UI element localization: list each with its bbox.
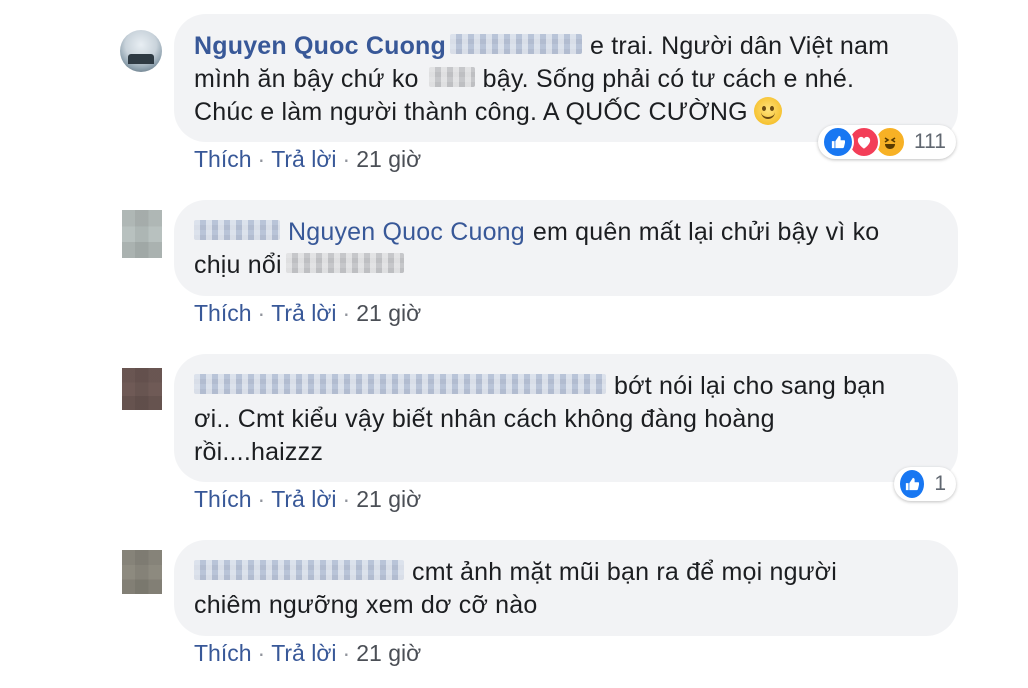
comment-actions: Thích · Trả lời · 21 giờ [194,300,421,327]
avatar[interactable] [122,368,162,410]
separator: · [257,640,266,666]
redacted-tag [285,253,404,274]
comment-text: em quên mất lại chửi bậy vì ko [532,218,880,246]
like-reaction-icon [822,126,854,158]
comment-bubble: bớt nói lại cho sang bạn ơi.. Cmt kiểu v… [174,354,958,482]
redacted-name [450,34,582,55]
separator: · [257,300,266,326]
like-link[interactable]: Thích [194,146,252,172]
comment-text: bậy. Sống phải có tư cách e nhé. [482,65,855,93]
comment-text: chiêm ngưỡng xem dơ cỡ nào [194,591,538,619]
separator: · [342,300,351,326]
separator: · [342,640,351,666]
tagged-user-link[interactable]: Nguyen Quoc Cuong [288,218,525,246]
reaction-count: 111 [914,130,946,153]
separator: · [257,146,266,172]
comment-bubble: Nguyen Quoc Cuong em quên mất lại chửi bậ… [174,200,958,296]
comment-actions: Thích · Trả lời · 21 giờ [194,146,421,173]
reply-link[interactable]: Trả lời [271,486,336,512]
comment-text: rồi....haizzz [194,438,324,466]
separator: · [342,146,351,172]
timestamp[interactable]: 21 giờ [356,300,421,326]
comment-actions: Thích · Trả lời · 21 giờ [194,486,421,513]
redacted-name [194,220,280,241]
reply-link[interactable]: Trả lời [271,146,336,172]
comment-text: Chúc e làm người thành công. A QUỐC CƯỜN… [194,98,748,126]
comment-text: mình ăn bậy chứ ko [194,65,419,93]
reaction-summary[interactable]: 1 [894,467,956,501]
reply-link[interactable]: Trả lời [271,640,336,666]
redacted-name [194,374,606,395]
reaction-summary[interactable]: 111 [818,125,956,159]
redacted-name [194,560,404,581]
timestamp[interactable]: 21 giờ [356,486,421,512]
comment-text: chịu nổi [194,251,282,279]
comment-bubble: cmt ảnh mặt mũi bạn ra để mọi người chiê… [174,540,958,636]
comment-text: bớt nói lại cho sang bạn [614,372,886,400]
comment-author-link[interactable]: Nguyen Quoc Cuong [194,32,446,60]
comment-text: cmt ảnh mặt mũi bạn ra để mọi người [412,558,838,586]
redacted-word [428,67,475,88]
like-link[interactable]: Thích [194,640,252,666]
timestamp[interactable]: 21 giờ [356,640,421,666]
comment-bubble: Nguyen Quoc Cuong e trai. Người dân Việt … [174,14,958,142]
comment-text: e trai. Người dân Việt nam [590,32,890,60]
avatar[interactable] [122,550,162,594]
timestamp[interactable]: 21 giờ [356,146,421,172]
reply-link[interactable]: Trả lời [271,300,336,326]
reaction-count: 1 [934,472,946,495]
like-reaction-icon [898,468,927,500]
comment-text: ơi.. Cmt kiểu vậy biết nhân cách không đ… [194,405,775,433]
separator: · [257,486,266,512]
slightly-smiling-face-icon [753,97,782,125]
separator: · [342,486,351,512]
avatar[interactable] [122,210,162,258]
avatar[interactable] [120,30,162,72]
like-link[interactable]: Thích [194,300,252,326]
comment-actions: Thích · Trả lời · 21 giờ [194,640,421,667]
like-link[interactable]: Thích [194,486,252,512]
